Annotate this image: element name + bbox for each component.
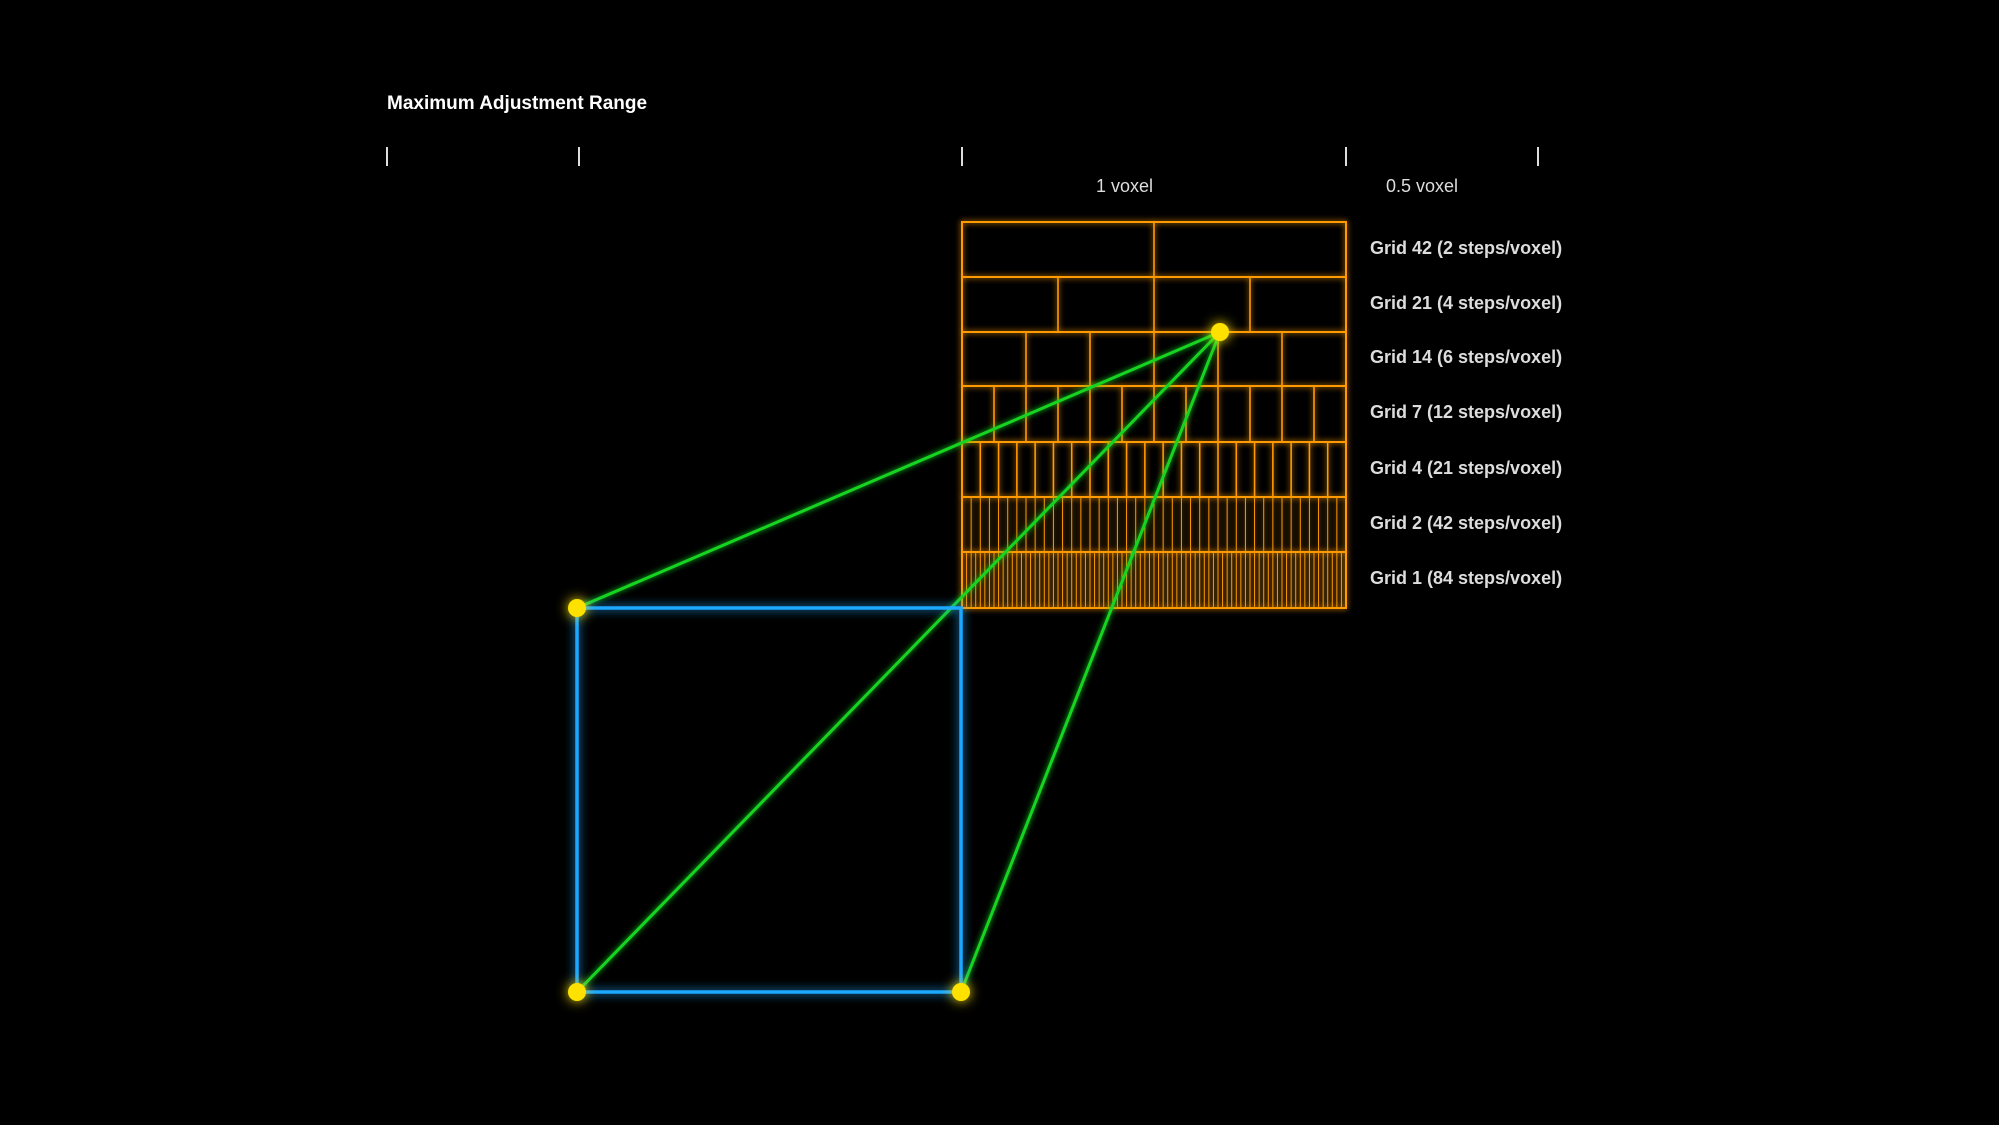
tick-label-1voxel: 1 voxel [1096, 176, 1153, 197]
grid-block [962, 222, 1346, 608]
diagram-title: Maximum Adjustment Range [387, 93, 647, 115]
tick-label-half-voxel: 0.5 voxel [1386, 176, 1458, 197]
grid-row-label: Grid 14 (6 steps/voxel) [1370, 347, 1562, 368]
grid-row-label: Grid 42 (2 steps/voxel) [1370, 238, 1562, 259]
grid-row-label: Grid 2 (42 steps/voxel) [1370, 513, 1562, 534]
diagram-stage: Maximum Adjustment Range 1 voxel 0.5 vox… [0, 0, 1999, 1125]
grid-row-label: Grid 1 (84 steps/voxel) [1370, 568, 1562, 589]
adjustment-lines [577, 332, 1220, 992]
grid-row-label: Grid 4 (21 steps/voxel) [1370, 458, 1562, 479]
diagram-svg [0, 0, 1999, 1125]
grid-row-label: Grid 7 (12 steps/voxel) [1370, 402, 1562, 423]
grid-row-label: Grid 21 (4 steps/voxel) [1370, 293, 1562, 314]
